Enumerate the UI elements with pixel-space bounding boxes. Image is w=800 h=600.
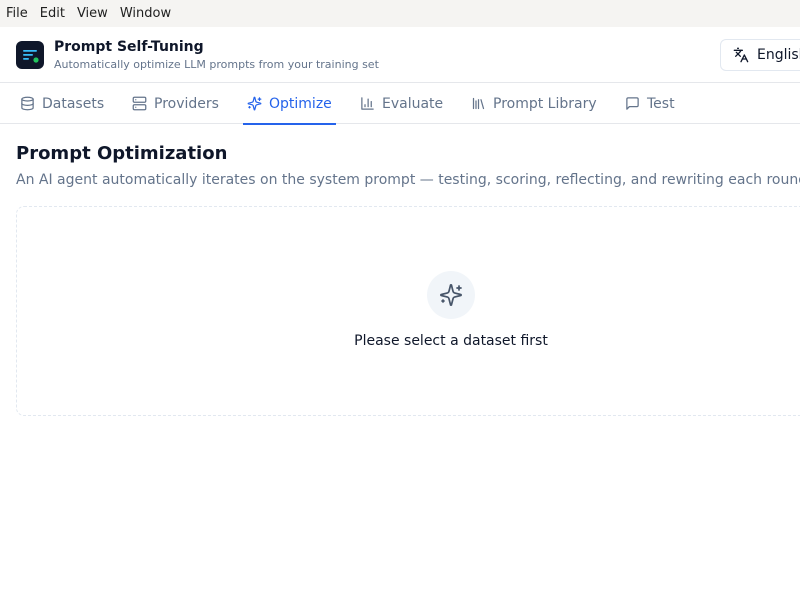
bar-chart-icon [361,97,374,110]
tab-prompt-library[interactable]: Prompt Library [467,83,601,124]
tab-label: Providers [154,95,219,112]
page-title: Prompt Optimization [16,143,228,164]
language-label: English [757,47,800,63]
tab-providers[interactable]: Providers [128,83,223,124]
menu-file[interactable]: File [0,0,34,27]
tab-label: Prompt Library [493,95,597,112]
sparkles-icon [247,96,262,111]
app-header: Prompt Self-Tuning Automatically optimiz… [0,27,800,83]
language-button[interactable]: English [720,39,800,71]
translate-icon [733,47,749,63]
tab-optimize[interactable]: Optimize [243,83,336,125]
app-subtitle: Automatically optimize LLM prompts from … [54,58,379,71]
app-title: Prompt Self-Tuning [54,39,204,55]
sparkles-icon [440,284,462,306]
server-icon [132,96,147,111]
main-tabs: Datasets Providers Optimize Evaluate Pro… [0,83,800,125]
tab-evaluate[interactable]: Evaluate [356,83,447,124]
empty-state-card: Please select a dataset first [16,206,800,416]
tab-label: Datasets [42,95,105,112]
tab-label: Test [647,95,675,112]
page-description: An AI agent automatically iterates on th… [16,172,800,188]
tab-label: Evaluate [382,95,444,112]
library-icon [472,97,485,110]
menu-window[interactable]: Window [114,0,177,27]
database-icon [21,96,34,111]
menu-edit[interactable]: Edit [34,0,71,27]
tab-datasets[interactable]: Datasets [16,83,108,124]
empty-state-message: Please select a dataset first [354,333,548,349]
tab-test[interactable]: Test [621,83,679,124]
menu-view[interactable]: View [71,0,114,27]
tab-label: Optimize [269,95,332,112]
message-icon [626,97,639,110]
empty-state-icon [427,271,475,319]
menu-bar: File Edit View Window [0,0,800,27]
app-logo-icon [16,41,44,69]
